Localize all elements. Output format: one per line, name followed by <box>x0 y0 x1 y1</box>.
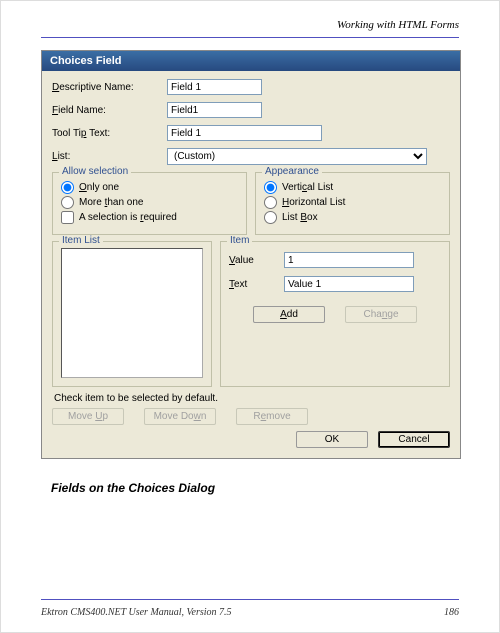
vertical-list-label: Vertical List <box>282 182 333 193</box>
descriptive-name-input[interactable] <box>167 79 262 95</box>
more-than-one-radio[interactable] <box>61 196 74 209</box>
appearance-legend: Appearance <box>262 166 322 177</box>
horizontal-list-label: Horizontal List <box>282 197 345 208</box>
change-button[interactable]: Change <box>345 306 417 323</box>
header-rule <box>41 37 459 38</box>
dialog-titlebar: Choices Field <box>42 51 460 71</box>
label-tooltip-text: Tool Tip Text: <box>52 128 167 139</box>
ok-button[interactable]: OK <box>296 431 368 448</box>
cancel-button[interactable]: Cancel <box>378 431 450 448</box>
allow-selection-group: Allow selection Only one More than one A… <box>52 172 247 235</box>
selection-required-label: A selection is required <box>79 212 177 223</box>
appearance-group: Appearance Vertical List Horizontal List… <box>255 172 450 235</box>
vertical-list-radio[interactable] <box>264 181 277 194</box>
footer-rule <box>41 599 459 600</box>
page-header: Working with HTML Forms <box>1 1 499 35</box>
item-text-input[interactable] <box>284 276 414 292</box>
allow-selection-legend: Allow selection <box>59 166 131 177</box>
default-hint: Check item to be selected by default. <box>54 393 450 404</box>
list-select[interactable]: (Custom) <box>167 148 427 165</box>
horizontal-list-radio[interactable] <box>264 196 277 209</box>
label-list: List: <box>52 151 167 162</box>
item-list-group: Item List <box>52 241 212 387</box>
more-than-one-label: More than one <box>79 197 144 208</box>
remove-button[interactable]: Remove <box>236 408 308 425</box>
item-value-input[interactable] <box>284 252 414 268</box>
only-one-radio[interactable] <box>61 181 74 194</box>
list-box-label: List Box <box>282 212 318 223</box>
list-box-radio[interactable] <box>264 211 277 224</box>
item-list-legend: Item List <box>59 235 103 246</box>
add-button[interactable]: Add <box>253 306 325 323</box>
footer-page-number: 186 <box>444 607 459 618</box>
figure-caption: Fields on the Choices Dialog <box>51 481 499 495</box>
item-listbox[interactable] <box>61 248 203 378</box>
item-text-label: Text <box>229 279 284 290</box>
field-name-input[interactable] <box>167 102 262 118</box>
choices-field-dialog: Choices Field Descriptive Name: Field Na… <box>41 50 461 459</box>
move-up-button[interactable]: Move Up <box>52 408 124 425</box>
item-group: Item Value Text Add Change <box>220 241 450 387</box>
selection-required-checkbox[interactable] <box>61 211 74 224</box>
move-down-button[interactable]: Move Down <box>144 408 216 425</box>
item-legend: Item <box>227 235 252 246</box>
label-field-name: Field Name: <box>52 105 167 116</box>
footer-manual: Ektron CMS400.NET User Manual, Version 7… <box>41 607 232 618</box>
label-descriptive-name: Descriptive Name: <box>52 82 167 93</box>
only-one-label: Only one <box>79 182 119 193</box>
tooltip-text-input[interactable] <box>167 125 322 141</box>
item-value-label: Value <box>229 255 284 266</box>
